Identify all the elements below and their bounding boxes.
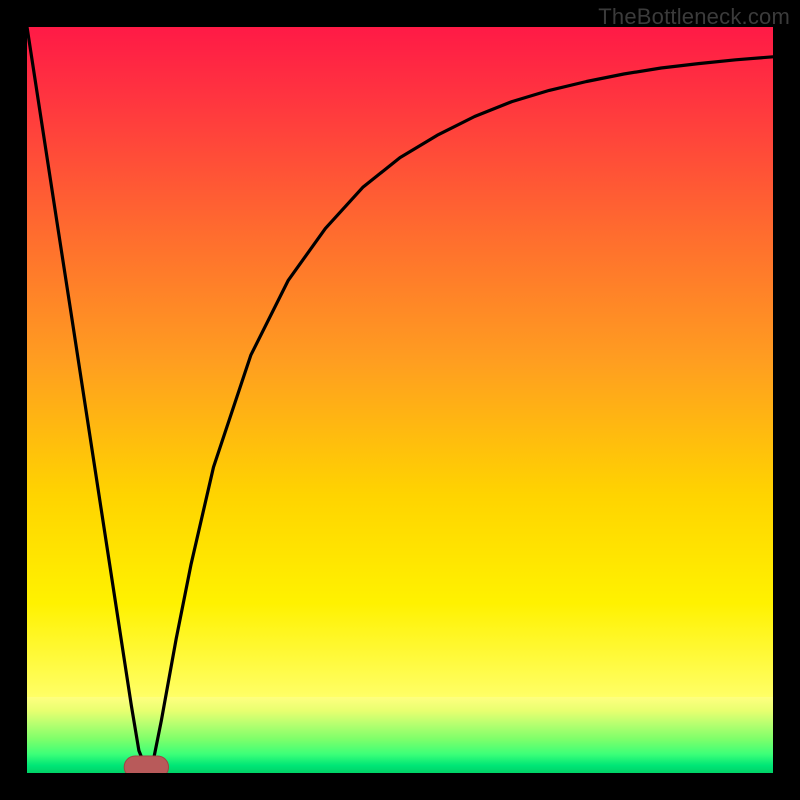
watermark-text: TheBottleneck.com (598, 4, 790, 30)
plot-area (27, 27, 773, 773)
chart-frame: TheBottleneck.com (0, 0, 800, 800)
bottleneck-curve (27, 27, 773, 769)
min-marker (124, 756, 168, 773)
curve-layer (27, 27, 773, 773)
